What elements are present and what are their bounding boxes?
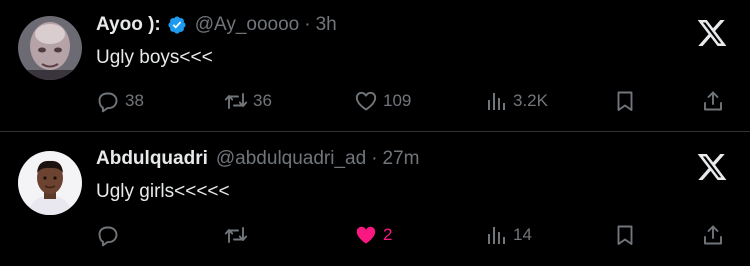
like-icon <box>356 226 376 244</box>
share-button[interactable] <box>701 89 725 113</box>
retweet-button[interactable] <box>224 223 253 247</box>
timestamp[interactable]: 27m <box>383 148 420 170</box>
share-icon <box>704 225 722 245</box>
retweet-icon <box>224 227 248 243</box>
tweet-header: Ayoo ): @Ay_ooooo · 3h <box>96 14 337 36</box>
views-icon <box>488 227 505 244</box>
reply-button[interactable]: 38 <box>96 89 144 113</box>
share-button[interactable] <box>701 223 725 247</box>
bookmark-icon <box>617 91 633 111</box>
views-button[interactable]: 14 <box>484 223 532 247</box>
handle[interactable]: @Ay_ooooo <box>195 14 300 36</box>
display-name[interactable]: Ayoo ): <box>96 14 161 36</box>
timestamp[interactable]: 3h <box>316 14 337 36</box>
verified-badge-icon <box>168 16 186 34</box>
retweet-icon <box>224 93 248 109</box>
bookmark-icon <box>617 225 633 245</box>
handle[interactable]: @abdulquadri_ad <box>216 148 366 170</box>
reply-icon <box>98 92 118 113</box>
view-count: 3.2K <box>513 91 548 110</box>
like-button[interactable]: 2 <box>354 223 392 247</box>
retweet-button[interactable]: 36 <box>224 89 272 113</box>
bookmark-button[interactable] <box>613 223 637 247</box>
like-count: 2 <box>383 225 393 244</box>
tweet-header: Abdulquadri @abdulquadri_ad · 27m <box>96 148 419 170</box>
like-button[interactable]: 109 <box>354 89 411 113</box>
tweet-card[interactable]: Ayoo ): @Ay_ooooo · 3h Ugly boys<<< 38 3… <box>0 0 750 132</box>
like-count: 109 <box>383 91 412 110</box>
tweet-divider <box>0 131 750 132</box>
tweet-card[interactable]: Abdulquadri @abdulquadri_ad · 27m Ugly g… <box>0 133 750 265</box>
reply-icon <box>98 226 118 247</box>
retweet-count: 36 <box>253 91 272 110</box>
x-logo-icon <box>697 20 727 46</box>
tweet-text: Ugly boys<<< <box>96 47 213 68</box>
reply-button[interactable] <box>96 223 125 247</box>
share-icon <box>704 91 722 111</box>
reply-count: 38 <box>125 91 144 110</box>
avatar[interactable] <box>18 16 82 80</box>
views-icon <box>488 93 505 110</box>
separator-dot: · <box>371 148 378 169</box>
views-button[interactable]: 3.2K <box>484 89 548 113</box>
bookmark-button[interactable] <box>613 89 637 113</box>
x-logo-icon <box>697 154 727 180</box>
tweet-text: Ugly girls<<<<< <box>96 181 230 202</box>
avatar[interactable] <box>18 151 82 215</box>
display-name[interactable]: Abdulquadri <box>96 148 208 170</box>
view-count: 14 <box>513 225 532 244</box>
like-icon <box>355 91 377 111</box>
separator-dot: · <box>304 14 311 35</box>
